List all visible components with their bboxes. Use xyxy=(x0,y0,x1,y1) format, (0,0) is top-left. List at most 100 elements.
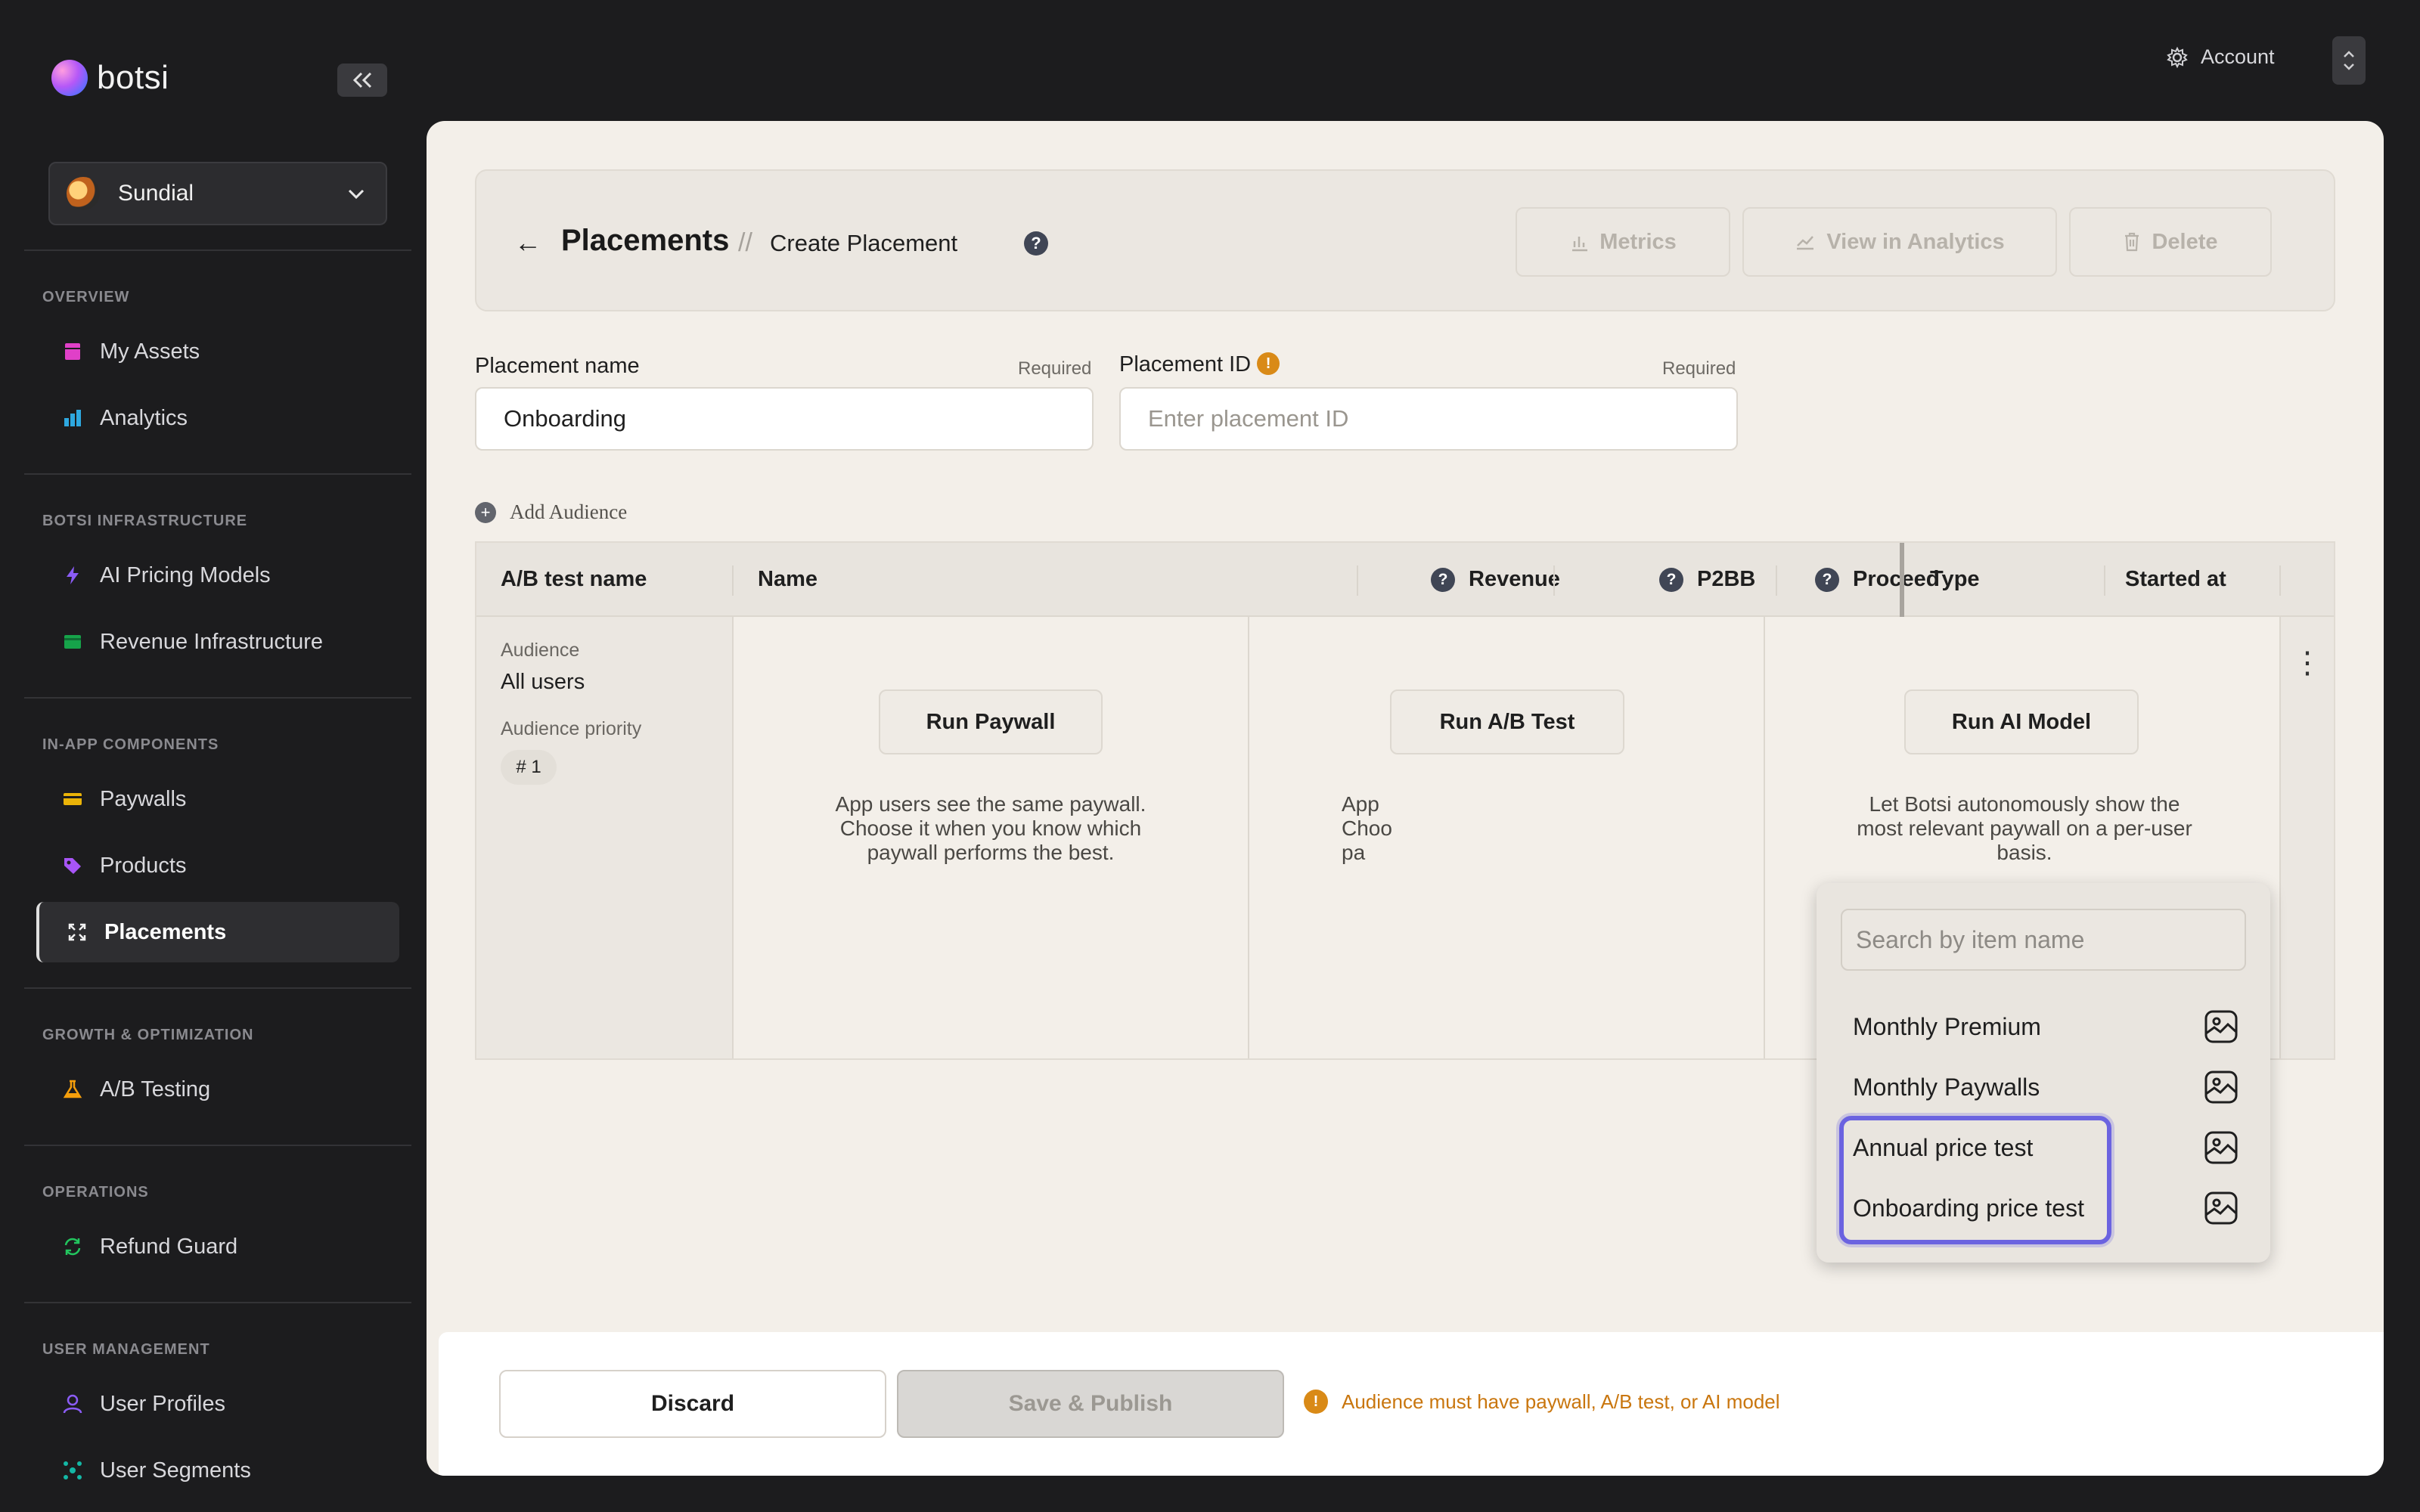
placement-name-label: Placement name xyxy=(475,354,640,378)
chevron-down-icon xyxy=(348,189,365,200)
column-separator xyxy=(2279,565,2281,596)
run-ab-test-button[interactable]: Run A/B Test xyxy=(1390,689,1624,754)
audience-value: All users xyxy=(501,670,585,694)
sidebar-item-refund-guard[interactable]: Refund Guard xyxy=(36,1216,399,1277)
help-icon[interactable]: ? xyxy=(1431,567,1455,592)
dropdown-item-label: Monthly Paywalls xyxy=(1853,1073,2040,1101)
sidebar-divider xyxy=(24,697,411,699)
dropdown-search-input[interactable]: Search by item name xyxy=(1841,909,2246,971)
table-header: A/B test name Name ? Revenue ? P2BB ? Proce… xyxy=(476,543,2334,617)
column-separator xyxy=(2104,565,2105,596)
expand-icon xyxy=(68,923,86,941)
workspace-selector[interactable]: Sundial xyxy=(48,162,387,225)
dropdown-item-label: Monthly Premium xyxy=(1853,1012,2041,1040)
delete-button[interactable]: Delete xyxy=(2069,207,2272,277)
sticky-column-edge xyxy=(1900,543,1904,617)
sidebar-item-label: AI Pricing Models xyxy=(100,562,271,587)
user-icon xyxy=(63,1394,82,1414)
image-icon xyxy=(2204,1131,2238,1164)
column-separator xyxy=(1357,565,1358,596)
image-icon xyxy=(2204,1010,2238,1043)
audience-label: Audience xyxy=(501,640,580,661)
sidebar-item-my-assets[interactable]: My Assets xyxy=(36,321,399,382)
sidebar-item-paywalls[interactable]: Paywalls xyxy=(36,769,399,829)
sidebar-item-label: User Segments xyxy=(100,1458,251,1483)
column-name: Name xyxy=(758,567,818,591)
placement-id-input[interactable]: Enter placement ID xyxy=(1119,387,1738,451)
sidebar-item-revenue-infrastructure[interactable]: Revenue Infrastructure xyxy=(36,612,399,672)
run-paywall-button[interactable]: Run Paywall xyxy=(879,689,1103,754)
priority-badge: # 1 xyxy=(501,750,557,785)
sidebar-item-label: Refund Guard xyxy=(100,1234,238,1259)
trash-icon xyxy=(2125,232,2139,252)
help-icon[interactable]: ? xyxy=(1024,231,1048,256)
paywall-option-description: App users see the same paywall. Choose i… xyxy=(835,792,1146,864)
page-subtitle: Create Placement xyxy=(770,230,958,256)
analytics-label: View in Analytics xyxy=(1826,229,2005,254)
image-icon xyxy=(2204,1191,2238,1225)
back-arrow-icon[interactable]: ← xyxy=(514,227,541,259)
dropdown-item[interactable]: Monthly Premium xyxy=(1853,1004,2238,1049)
tag-icon xyxy=(64,858,81,874)
sidebar-item-label: User Profiles xyxy=(100,1391,225,1416)
paywall-option: Run Paywall App users see the same paywa… xyxy=(734,617,1249,1058)
sidebar-item-user-profiles[interactable]: User Profiles xyxy=(36,1374,399,1434)
placement-id-label: Placement ID! xyxy=(1119,352,1280,377)
column-separator xyxy=(1776,565,1777,596)
account-menu-toggle[interactable] xyxy=(2332,36,2366,85)
section-label-user-management: USER MANAGEMENT xyxy=(42,1341,210,1358)
bar-chart-icon xyxy=(64,410,81,426)
sidebar-item-analytics[interactable]: Analytics xyxy=(36,388,399,448)
section-label-growth: GROWTH & OPTIMIZATION xyxy=(42,1027,254,1043)
sidebar-item-label: Products xyxy=(100,853,187,878)
footer-bar: Discard Save & Publish ! Audience must h… xyxy=(439,1332,2384,1476)
column-p2bb: ? P2BB xyxy=(1659,567,1755,592)
warning-icon: ! xyxy=(1257,352,1280,375)
view-in-analytics-button[interactable]: View in Analytics xyxy=(1742,207,2057,277)
audience-priority-label: Audience priority xyxy=(501,718,642,739)
placement-name-input[interactable]: Onboarding xyxy=(475,387,1094,451)
revenue-icon xyxy=(64,635,81,649)
ab-test-option-description: App Choo pa xyxy=(1342,792,1392,864)
warning-icon: ! xyxy=(1304,1390,1328,1414)
sidebar-divider xyxy=(24,1145,411,1146)
image-icon xyxy=(2204,1070,2238,1104)
discard-button[interactable]: Discard xyxy=(499,1370,886,1438)
brand-logo[interactable]: botsi xyxy=(51,59,169,97)
section-label-overview: OVERVIEW xyxy=(42,289,130,305)
account-button[interactable]: Account xyxy=(2166,45,2275,69)
collapse-sidebar-button[interactable] xyxy=(337,64,387,97)
workspace-name: Sundial xyxy=(118,181,194,206)
sidebar-item-ab-testing[interactable]: A/B Testing xyxy=(36,1059,399,1120)
audience-cell: Audience All users Audience priority # 1 xyxy=(476,617,734,1058)
ab-test-dropdown: Search by item name Monthly Premium Mont… xyxy=(1817,883,2270,1263)
sidebar-item-label: A/B Testing xyxy=(100,1077,211,1101)
page-title[interactable]: Placements xyxy=(561,224,729,258)
column-separator xyxy=(1553,565,1555,596)
sidebar-item-label: Placements xyxy=(104,919,227,944)
trend-icon xyxy=(1797,236,1814,250)
validation-warning-text: Audience must have paywall, A/B test, or… xyxy=(1342,1390,1780,1413)
column-type: Type xyxy=(1930,567,1980,591)
main-panel: ← Placements // Create Placement ? Metri… xyxy=(427,121,2384,1476)
add-audience-label: Add Audience xyxy=(510,500,628,523)
assets-icon xyxy=(65,343,80,360)
metrics-button[interactable]: Metrics xyxy=(1516,207,1730,277)
add-audience-button[interactable]: + Add Audience xyxy=(475,500,627,524)
row-menu-kebab-icon[interactable]: ⋮ xyxy=(2279,617,2334,1058)
sidebar-item-user-segments[interactable]: User Segments xyxy=(36,1440,399,1501)
sidebar: botsi Sundial OVERVIEW My Assets Analyti… xyxy=(0,0,412,1512)
sidebar-item-label: Revenue Infrastructure xyxy=(100,629,323,654)
account-label: Account xyxy=(2201,45,2275,68)
sidebar-item-ai-pricing-models[interactable]: AI Pricing Models xyxy=(36,545,399,606)
help-icon[interactable]: ? xyxy=(1815,567,1839,592)
run-ai-model-button[interactable]: Run AI Model xyxy=(1904,689,2139,754)
sidebar-item-placements[interactable]: Placements xyxy=(36,902,399,962)
help-icon[interactable]: ? xyxy=(1659,567,1683,592)
breadcrumb-separator: // xyxy=(738,228,752,257)
dropdown-item[interactable]: Monthly Paywalls xyxy=(1853,1064,2238,1110)
save-publish-button[interactable]: Save & Publish xyxy=(897,1370,1284,1438)
sidebar-item-label: Analytics xyxy=(100,405,188,430)
sidebar-item-products[interactable]: Products xyxy=(36,835,399,896)
sidebar-divider xyxy=(24,987,411,989)
